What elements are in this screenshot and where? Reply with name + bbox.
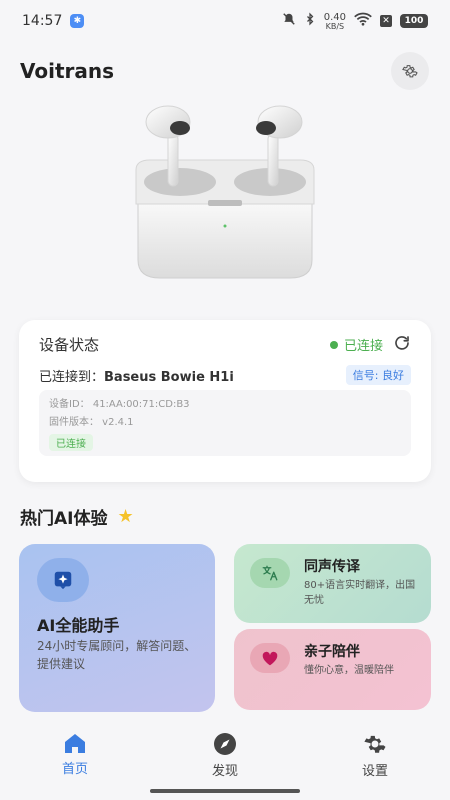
- settings-button[interactable]: [391, 52, 429, 90]
- home-icon: [65, 734, 85, 753]
- nav-discover-label: 发现: [211, 764, 238, 779]
- parenting-title: 亲子陪伴: [304, 644, 360, 660]
- device-status-title: 设备状态: [39, 336, 100, 354]
- signal-badge: 信号: 良好: [345, 365, 411, 385]
- ai-assistant-title: AI全能助手: [37, 616, 120, 635]
- bluetooth-icon: [304, 12, 316, 30]
- status-dot: [329, 340, 338, 349]
- device-info-box: 设备ID： 41:AA:00:71:CD:B3 固件版本： v2.4.1 已连接: [39, 390, 411, 456]
- connection-status-text: 已连接: [343, 339, 383, 354]
- translation-card[interactable]: 同声传译 80+语言实时翻译，出国无忧: [234, 544, 431, 623]
- status-time: 14:57: [22, 13, 63, 29]
- ai-assistant-desc: 24小时专属顾问，解答问题、提供建议: [37, 639, 197, 671]
- wifi-icon: [354, 12, 372, 30]
- nav-home-label: 首页: [61, 762, 88, 777]
- nav-settings[interactable]: 设置: [330, 732, 420, 779]
- device-name: Baseus Bowie H1i: [104, 370, 234, 385]
- nav-discover[interactable]: 发现: [180, 732, 270, 779]
- status-bar: 14:57 ✱ 0.40 KB/S ✕ 100: [0, 0, 450, 42]
- earbuds-image: [135, 105, 315, 279]
- mute-bell-icon: [282, 12, 296, 30]
- translation-title: 同声传译: [304, 559, 360, 575]
- ai-sparkle-icon: [37, 558, 89, 602]
- device-status-card: 设备状态 已连接 已连接到：Baseus Bowie H1i 信号: 良好 设备…: [19, 320, 431, 482]
- gear-icon: [364, 735, 386, 753]
- status-indicators: 0.40 KB/S ✕ 100: [282, 12, 428, 31]
- device-id: 设备ID： 41:AA:00:71:CD:B3: [49, 399, 190, 410]
- compass-icon: [214, 733, 236, 755]
- refresh-icon[interactable]: [393, 334, 411, 352]
- bluetooth-notification-icon: ✱: [70, 14, 85, 28]
- home-indicator[interactable]: [150, 789, 300, 793]
- gear-icon: [402, 65, 418, 78]
- translate-icon: [250, 558, 290, 588]
- nav-home[interactable]: 首页: [30, 732, 120, 777]
- connection-status: 已连接: [329, 335, 383, 354]
- network-speed: 0.40 KB/S: [323, 11, 346, 31]
- connected-device: 已连接到：Baseus Bowie H1i: [39, 370, 234, 385]
- ai-assistant-card[interactable]: AI全能助手 24小时专属顾问，解答问题、提供建议: [19, 544, 215, 712]
- section-title: 热门AI体验 ★: [20, 506, 134, 529]
- firmware-version: 固件版本： v2.4.1: [49, 417, 134, 428]
- sim-icon: ✕: [380, 15, 392, 27]
- status-badge: 已连接: [49, 434, 93, 451]
- translation-desc: 80+语言实时翻译，出国无忧: [304, 580, 416, 606]
- app-title: Voitrans: [20, 59, 115, 83]
- nav-settings-label: 设置: [361, 764, 388, 779]
- parenting-desc: 懂你心意，温暖陪伴: [304, 665, 394, 676]
- star-icon: ★: [117, 506, 134, 527]
- parenting-card[interactable]: 亲子陪伴 懂你心意，温暖陪伴: [234, 629, 431, 710]
- battery-icon: 100: [400, 14, 428, 28]
- heart-icon: [250, 643, 290, 673]
